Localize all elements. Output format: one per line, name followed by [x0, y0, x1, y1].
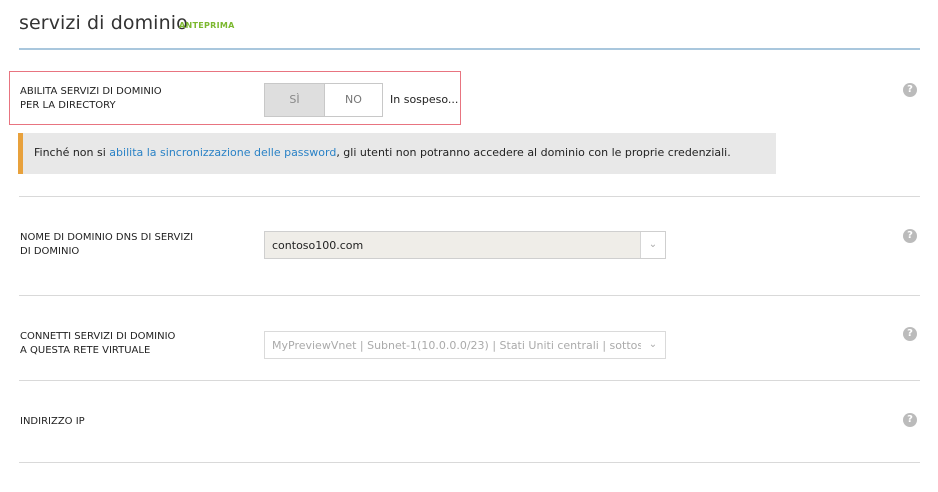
enable-services-label-line2: PER LA DIRECTORY — [20, 100, 116, 111]
dns-domain-label-line2: DI DOMINIO — [20, 246, 80, 257]
dns-domain-value: contoso100.com — [272, 239, 364, 252]
help-icon[interactable]: ? — [903, 229, 917, 243]
toggle-no-button[interactable]: NO — [325, 83, 383, 117]
chevron-down-icon[interactable]: ⌄ — [641, 332, 665, 358]
enable-services-label: ABILITA SERVIZI DI DOMINIO PER LA DIRECT… — [20, 85, 162, 113]
info-accent-bar — [18, 133, 23, 174]
pending-status: In sospeso... — [390, 93, 459, 106]
ip-address-label: INDIRIZZO IP — [20, 416, 85, 427]
vnet-select[interactable]: MyPreviewVnet | Subnet-1(10.0.0.0/23) | … — [264, 331, 666, 359]
enable-services-label-line1: ABILITA SERVIZI DI DOMINIO — [20, 86, 162, 97]
preview-badge: ANTEPRIMA — [179, 21, 235, 30]
section-divider — [19, 462, 920, 463]
vnet-label: CONNETTI SERVIZI DI DOMINIO A QUESTA RET… — [20, 330, 175, 358]
help-icon[interactable]: ? — [903, 327, 917, 341]
chevron-down-icon[interactable]: ⌄ — [640, 232, 665, 258]
enable-services-toggle[interactable]: SÌ NO — [264, 83, 383, 117]
help-icon[interactable]: ? — [903, 413, 917, 427]
section-divider — [19, 295, 920, 296]
section-divider — [19, 380, 920, 381]
vnet-value: MyPreviewVnet | Subnet-1(10.0.0.0/23) | … — [272, 339, 654, 352]
info-message: Finché non si abilita la sincronizzazion… — [34, 146, 731, 159]
info-text-after: , gli utenti non potranno accedere al do… — [336, 146, 731, 159]
vnet-label-line2: A QUESTA RETE VIRTUALE — [20, 345, 151, 356]
section-divider — [19, 196, 920, 197]
dns-domain-label-line1: NOME DI DOMINIO DNS DI SERVIZI — [20, 232, 194, 243]
page-header: servizi di dominio ANTEPRIMA — [19, 12, 234, 42]
info-notification: Finché non si abilita la sincronizzazion… — [18, 133, 776, 174]
dns-domain-label: NOME DI DOMINIO DNS DI SERVIZI DI DOMINI… — [20, 231, 193, 259]
enable-password-sync-link[interactable]: abilita la sincronizzazione delle passwo… — [109, 146, 336, 159]
page-title: servizi di dominio — [19, 12, 188, 34]
toggle-yes-button[interactable]: SÌ — [264, 83, 325, 117]
dns-domain-select[interactable]: contoso100.com ⌄ — [264, 231, 666, 259]
help-icon[interactable]: ? — [903, 83, 917, 97]
header-underline — [19, 48, 920, 50]
vnet-label-line1: CONNETTI SERVIZI DI DOMINIO — [20, 331, 176, 342]
info-text-before: Finché non si — [34, 146, 110, 159]
